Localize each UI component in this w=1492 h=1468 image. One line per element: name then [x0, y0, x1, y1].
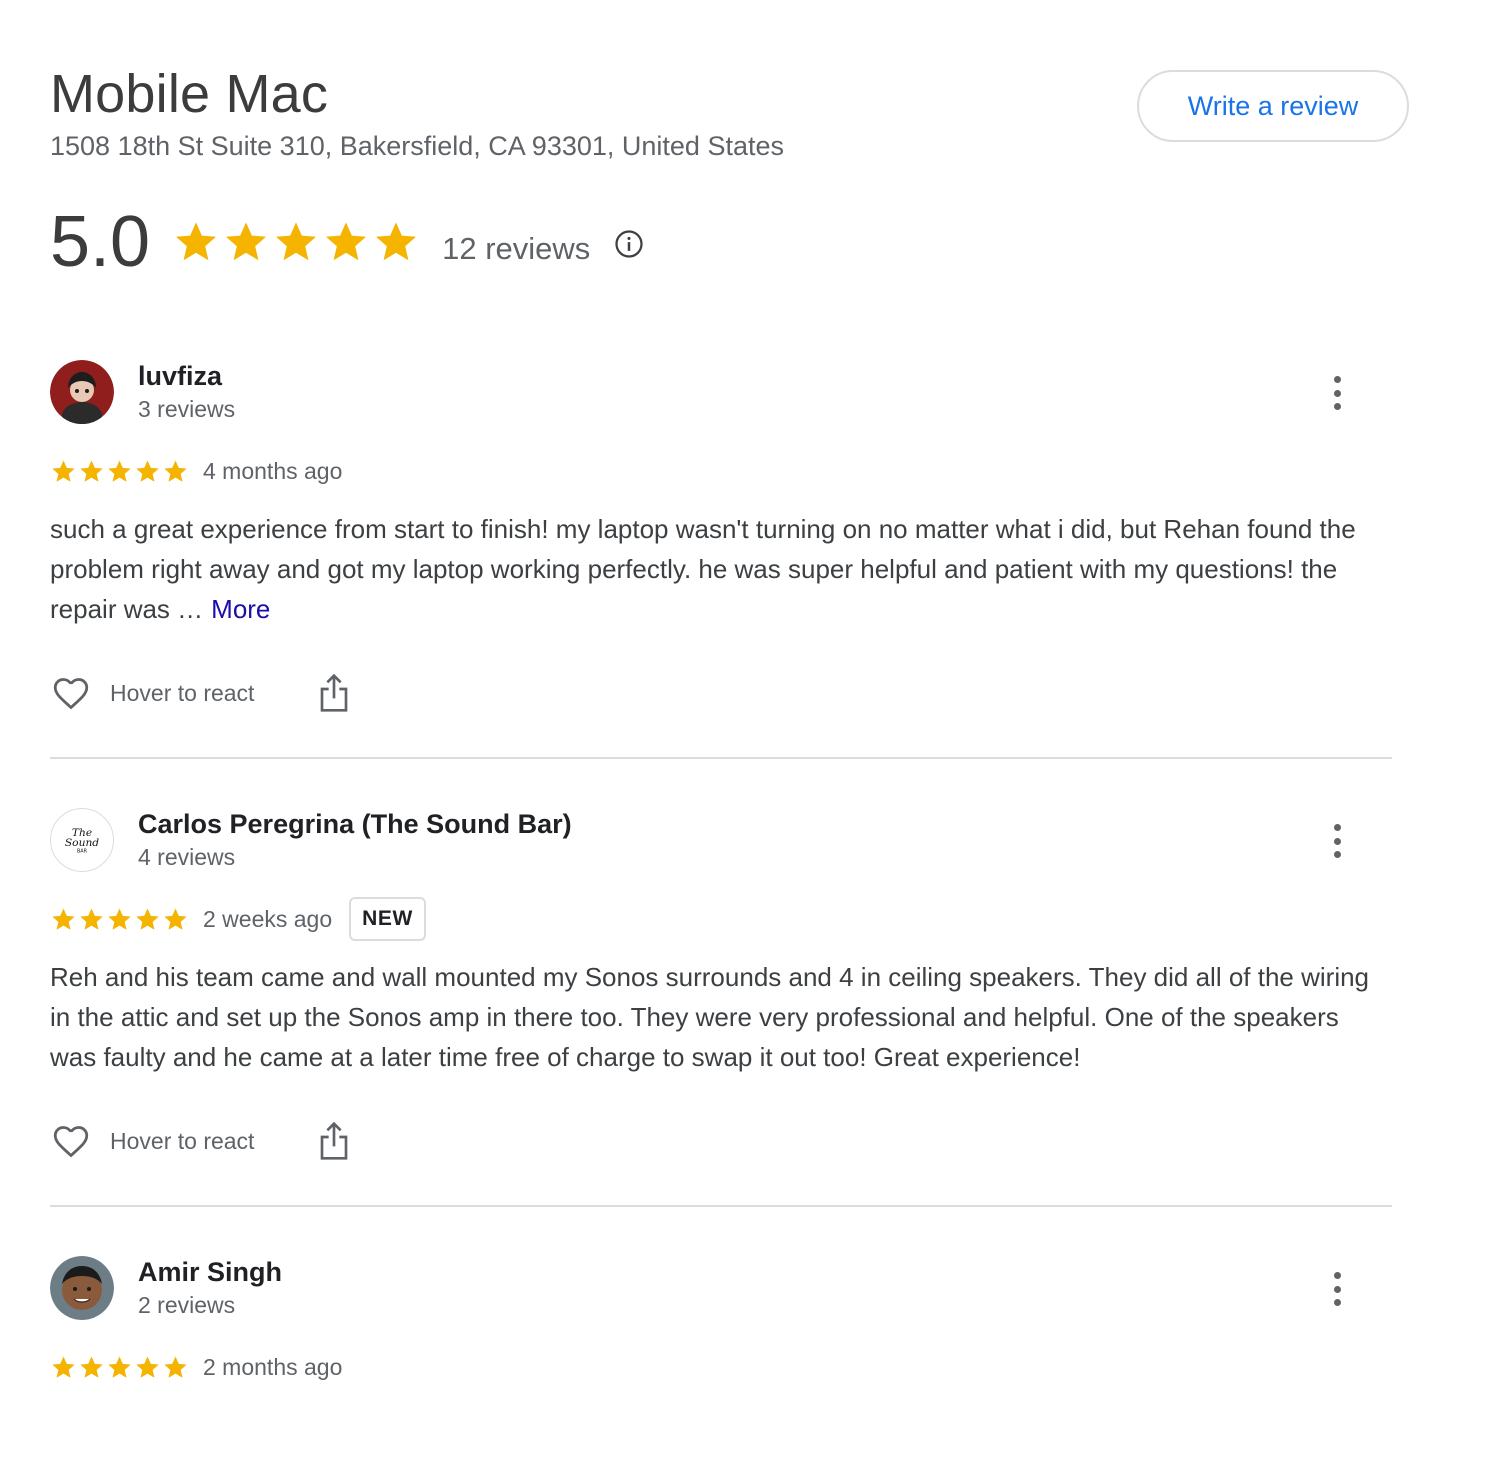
more-link[interactable]: More [211, 594, 270, 624]
review-item: luvfiza 3 reviews 4 months ago such a gr… [50, 359, 1392, 715]
review-header: The Sound BAR Carlos Peregrina (The Soun… [50, 807, 1392, 873]
review-time: 2 months ago [203, 1353, 343, 1380]
average-stars [172, 218, 420, 266]
star-icon [50, 906, 77, 933]
average-rating: 5.0 [50, 202, 151, 282]
reviewer-name[interactable]: Carlos Peregrina (The Sound Bar) [138, 807, 572, 841]
star-icon [172, 218, 220, 266]
review-text: such a great experience from start to fi… [50, 509, 1370, 629]
avatar[interactable] [50, 360, 114, 424]
star-icon [162, 458, 189, 485]
review-rating-row: 4 months ago [50, 449, 1392, 493]
share-icon[interactable] [318, 1121, 350, 1161]
star-icon [322, 218, 370, 266]
review-stars [50, 906, 189, 933]
review-actions: Hover to react [50, 671, 1392, 715]
reviewer-name[interactable]: luvfiza [138, 359, 235, 393]
reviewer-name[interactable]: Amir Singh [138, 1255, 282, 1289]
svg-text:BAR: BAR [77, 849, 88, 855]
reviewer-review-count: 3 reviews [138, 396, 236, 422]
review-item: The Sound BAR Carlos Peregrina (The Soun… [50, 807, 1392, 1163]
avatar[interactable]: The Sound BAR [50, 808, 114, 872]
star-icon [78, 906, 105, 933]
business-header: Mobile Mac 1508 18th St Suite 310, Baker… [50, 0, 1492, 282]
review-header: luvfiza 3 reviews [50, 359, 1392, 425]
review-divider [50, 757, 1392, 759]
star-icon [134, 458, 161, 485]
reviewer-review-count: 2 reviews [138, 1292, 236, 1318]
review-stars [50, 458, 189, 485]
info-icon[interactable] [614, 229, 644, 259]
react-label[interactable]: Hover to react [110, 680, 254, 707]
review-divider [50, 1205, 1392, 1207]
review-time: 2 weeks ago [203, 905, 333, 932]
star-icon [106, 906, 133, 933]
total-reviews-count: 12 reviews [442, 231, 591, 266]
star-icon [106, 458, 133, 485]
star-icon [78, 458, 105, 485]
star-icon [162, 906, 189, 933]
reviewer-info: Carlos Peregrina (The Sound Bar) 4 revie… [138, 807, 572, 873]
svg-text:Sound: Sound [65, 836, 99, 849]
review-actions: Hover to react [50, 1119, 1392, 1163]
reviewer-info: luvfiza 3 reviews [138, 359, 235, 425]
star-icon [134, 906, 161, 933]
rating-summary: 5.0 12 reviews [50, 202, 1492, 282]
heart-icon[interactable] [50, 1120, 92, 1162]
heart-icon[interactable] [50, 672, 92, 714]
star-icon [78, 1354, 105, 1381]
share-icon[interactable] [318, 673, 350, 713]
star-icon [222, 218, 270, 266]
star-icon [106, 1354, 133, 1381]
star-icon [134, 1354, 161, 1381]
more-options-icon[interactable] [1322, 373, 1352, 413]
more-options-icon[interactable] [1322, 821, 1352, 861]
reviews-page: Mobile Mac 1508 18th St Suite 310, Baker… [0, 0, 1492, 1468]
star-icon [162, 1354, 189, 1381]
new-badge: NEW [349, 897, 426, 941]
reviewer-review-count: 4 reviews [138, 844, 236, 870]
review-time: 4 months ago [203, 457, 343, 484]
review-rating-row: 2 months ago [50, 1345, 1392, 1389]
review-item: Amir Singh 2 reviews 2 months ago [50, 1255, 1392, 1389]
reviewer-info: Amir Singh 2 reviews [138, 1255, 282, 1321]
star-icon [50, 458, 77, 485]
star-icon [50, 1354, 77, 1381]
star-icon [372, 218, 420, 266]
react-label[interactable]: Hover to react [110, 1128, 254, 1155]
review-rating-row: 2 weeks ago NEW [50, 897, 1392, 941]
review-stars [50, 1354, 189, 1381]
write-review-button[interactable]: Write a review [1137, 70, 1409, 142]
review-header: Amir Singh 2 reviews [50, 1255, 1392, 1321]
avatar[interactable] [50, 1256, 114, 1320]
star-icon [272, 218, 320, 266]
more-options-icon[interactable] [1322, 1269, 1352, 1309]
review-text: Reh and his team came and wall mounted m… [50, 962, 1370, 1072]
